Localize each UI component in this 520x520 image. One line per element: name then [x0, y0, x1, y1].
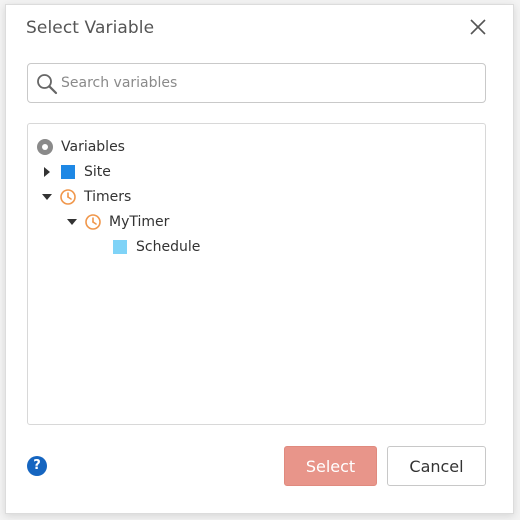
search-icon [37, 74, 58, 95]
tree-node-label: MyTimer [109, 214, 170, 230]
help-icon[interactable]: ? [27, 456, 47, 476]
tree-node-schedule[interactable]: Schedule [112, 236, 200, 258]
search-box [27, 63, 486, 103]
tree-root-variables[interactable]: Variables [37, 136, 125, 158]
close-icon [470, 19, 486, 35]
close-button[interactable] [465, 14, 491, 40]
caret-down-icon[interactable] [67, 217, 77, 227]
tree-node-label: Variables [61, 139, 125, 155]
caret-right-icon[interactable] [42, 167, 52, 177]
dialog-title: Select Variable [26, 18, 155, 38]
search-input[interactable] [61, 64, 481, 102]
square-icon [112, 239, 128, 255]
select-button[interactable]: Select [284, 446, 377, 486]
cancel-button[interactable]: Cancel [387, 446, 486, 486]
tree-node-mytimer[interactable]: MyTimer [67, 211, 169, 233]
tree-node-label: Site [84, 164, 111, 180]
radio-circle-icon [37, 139, 53, 155]
select-variable-dialog: Select Variable Variables [5, 4, 514, 514]
tree-node-site[interactable]: Site [42, 161, 111, 183]
square-icon [60, 164, 76, 180]
clock-icon [85, 214, 101, 230]
clock-icon [60, 189, 76, 205]
tree-node-label: Timers [84, 189, 132, 205]
tree-node-timers[interactable]: Timers [42, 186, 131, 208]
caret-down-icon[interactable] [42, 192, 52, 202]
tree-node-label: Schedule [136, 239, 201, 255]
variable-tree: Variables Site Timers MyTimer Schedule [27, 123, 486, 425]
